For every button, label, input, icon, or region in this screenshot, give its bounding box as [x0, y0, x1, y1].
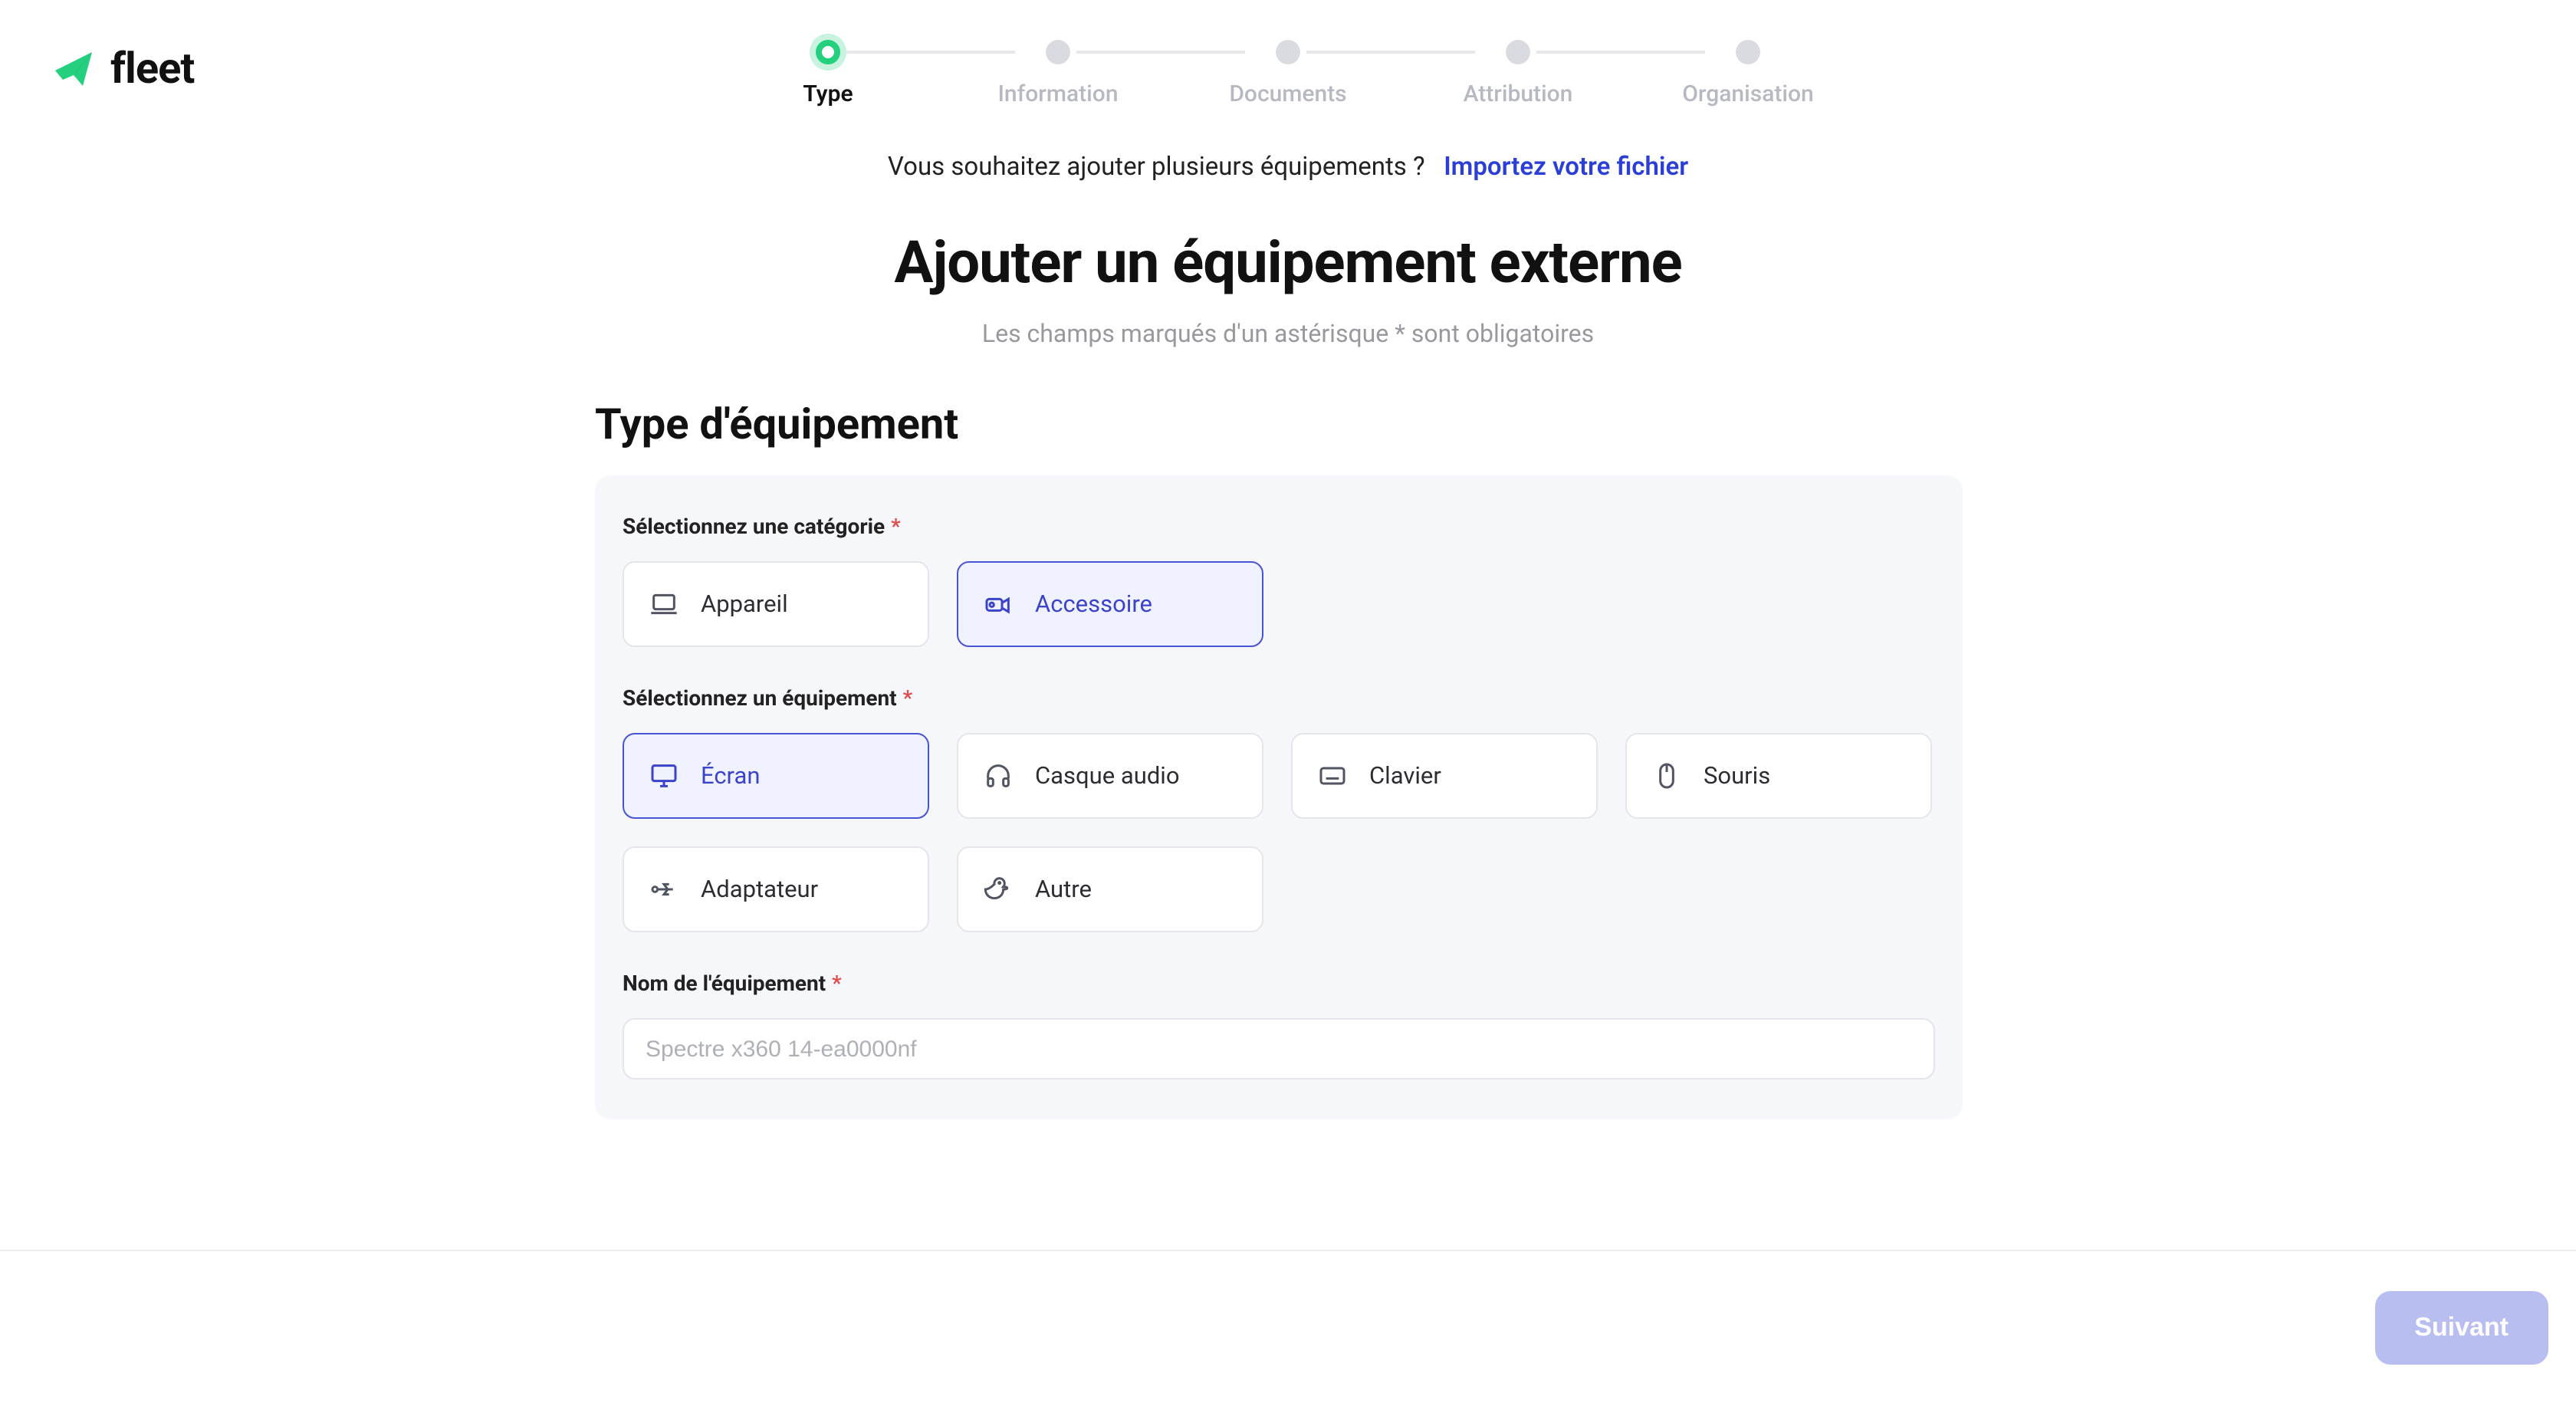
- tile-label: Appareil: [701, 590, 788, 618]
- equipment-label-text: Sélectionnez un équipement: [623, 687, 897, 711]
- required-fields-note: Les champs marqués d'un astérisque * son…: [0, 319, 2576, 348]
- category-options: Appareil Accessoire: [623, 561, 1935, 647]
- tile-label: Clavier: [1369, 762, 1441, 790]
- laptop-icon: [649, 589, 679, 619]
- step-label: Documents: [1229, 80, 1346, 107]
- step-dot-icon: [1736, 40, 1760, 64]
- required-asterisk: *: [832, 972, 842, 997]
- brand-logo: fleet: [52, 43, 194, 94]
- step-type: Type: [713, 40, 943, 107]
- step-label: Type: [803, 80, 853, 107]
- import-prompt-text: Vous souhaitez ajouter plusieurs équipem…: [888, 153, 1425, 182]
- equipment-option-autre[interactable]: Autre: [957, 846, 1263, 932]
- step-dot-icon: [1276, 40, 1300, 64]
- duck-icon: [983, 874, 1014, 905]
- category-option-accessoire[interactable]: Accessoire: [957, 561, 1263, 647]
- equipment-option-casque[interactable]: Casque audio: [957, 733, 1263, 819]
- required-asterisk: *: [903, 687, 913, 711]
- category-label-text: Sélectionnez une catégorie: [623, 515, 885, 540]
- step-label: Attribution: [1464, 80, 1573, 107]
- step-organisation: Organisation: [1633, 40, 1863, 107]
- section-title: Type d'équipement: [595, 399, 958, 449]
- usb-icon: [649, 874, 679, 905]
- brand-name: fleet: [110, 43, 194, 94]
- equipment-option-souris[interactable]: Souris: [1625, 733, 1932, 819]
- step-attribution: Attribution: [1403, 40, 1633, 107]
- camcorder-icon: [983, 589, 1014, 619]
- wizard-footer: Suivant: [0, 1250, 2576, 1403]
- equipment-options: Écran Casque audio Clavier Souris: [623, 733, 1935, 932]
- step-dot-icon: [816, 40, 840, 64]
- equipment-name-label: Nom de l'équipement*: [623, 972, 1935, 997]
- category-option-appareil[interactable]: Appareil: [623, 561, 929, 647]
- equipment-option-ecran[interactable]: Écran: [623, 733, 929, 819]
- equipment-name-label-text: Nom de l'équipement: [623, 972, 826, 997]
- tile-label: Accessoire: [1035, 590, 1152, 618]
- step-documents: Documents: [1173, 40, 1403, 107]
- equipment-option-clavier[interactable]: Clavier: [1291, 733, 1598, 819]
- step-label: Information: [997, 80, 1118, 107]
- import-file-link[interactable]: Importez votre fichier: [1444, 153, 1688, 182]
- equipment-name-input[interactable]: [623, 1018, 1935, 1079]
- tile-label: Écran: [701, 762, 760, 790]
- page-title: Ajouter un équipement externe: [0, 230, 2576, 297]
- paperplane-icon: [52, 45, 98, 91]
- step-label: Organisation: [1682, 80, 1814, 107]
- equipment-label: Sélectionnez un équipement*: [623, 687, 1935, 711]
- keyboard-icon: [1317, 761, 1348, 791]
- monitor-icon: [649, 761, 679, 791]
- progress-stepper: Type Information Documents Attribution O…: [713, 40, 1863, 107]
- category-label: Sélectionnez une catégorie*: [623, 515, 1935, 540]
- equipment-option-adaptateur[interactable]: Adaptateur: [623, 846, 929, 932]
- required-asterisk: *: [891, 515, 901, 540]
- next-button[interactable]: Suivant: [2374, 1290, 2548, 1364]
- tile-label: Adaptateur: [701, 876, 818, 903]
- mouse-icon: [1651, 761, 1682, 791]
- step-dot-icon: [1046, 40, 1070, 64]
- headphones-icon: [983, 761, 1014, 791]
- step-dot-icon: [1506, 40, 1530, 64]
- tile-label: Casque audio: [1035, 762, 1180, 790]
- import-prompt-line: Vous souhaitez ajouter plusieurs équipem…: [0, 153, 2576, 182]
- tile-label: Souris: [1704, 762, 1770, 790]
- step-information: Information: [943, 40, 1173, 107]
- tile-label: Autre: [1035, 876, 1092, 903]
- equipment-form-card: Sélectionnez une catégorie* Appareil Acc…: [595, 475, 1963, 1119]
